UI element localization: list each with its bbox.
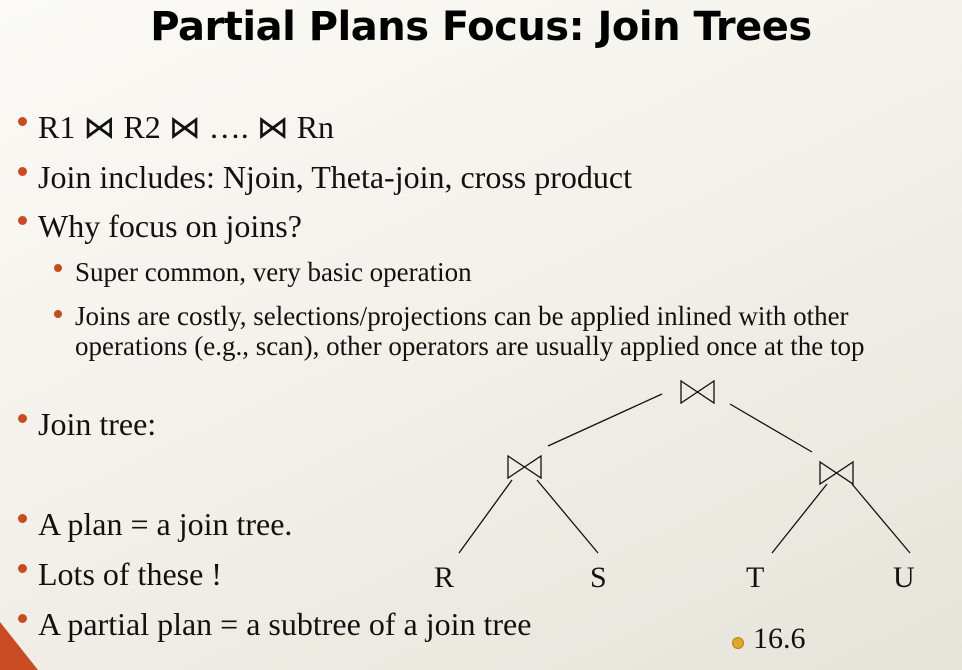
join-node-root (680, 379, 715, 405)
leaf-t: T (746, 561, 764, 594)
tree-edge (729, 403, 813, 453)
leaf-r: R (434, 561, 454, 594)
reference-icon (732, 637, 744, 649)
join-node-right (819, 460, 854, 486)
join-node-left (507, 454, 542, 480)
leaf-u: U (893, 561, 915, 594)
tree-edge (536, 479, 599, 554)
section-reference: 16.6 (753, 622, 806, 655)
leaf-s: S (590, 561, 607, 594)
tree-edge (851, 483, 911, 554)
corner-decoration (0, 622, 38, 670)
tree-edge (458, 479, 513, 554)
join-tree-diagram: R S T U (434, 379, 915, 594)
tree-edge (771, 483, 828, 554)
tree-edge (547, 393, 663, 447)
